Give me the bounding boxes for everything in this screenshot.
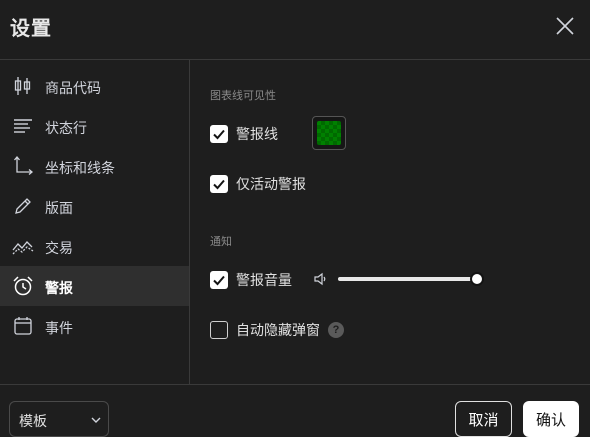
checkmark-icon [213, 179, 225, 190]
alert-line-color-picker[interactable] [312, 116, 346, 150]
axes-icon [14, 155, 34, 175]
alert-line-label: 警报线 [236, 126, 278, 142]
sidebar-item-events[interactable]: 事件 [0, 306, 189, 346]
close-icon [556, 17, 574, 35]
calendar-icon [14, 317, 32, 335]
notifications-heading: 通知 [210, 236, 232, 248]
sidebar-item-label: 商品代码 [45, 80, 101, 96]
sidebar-item-status-line[interactable]: 状态行 [0, 106, 189, 146]
pencil-icon [15, 198, 31, 214]
footer-divider [0, 384, 590, 385]
alert-volume-row: 警报音量 [210, 270, 292, 290]
settings-sidebar: 商品代码 状态行 坐标和线条 版面 交易 警报 事件 [0, 66, 189, 346]
sidebar-divider [189, 60, 190, 384]
sidebar-item-symbol[interactable]: 商品代码 [0, 66, 189, 106]
ok-button[interactable]: 确认 [523, 401, 579, 437]
sidebar-item-canvas[interactable]: 版面 [0, 186, 189, 226]
header-divider [0, 59, 590, 60]
sidebar-item-label: 交易 [45, 240, 73, 256]
chart-visibility-heading: 图表线可见性 [210, 90, 276, 102]
volume-slider[interactable] [338, 272, 484, 286]
alert-line-checkbox[interactable] [210, 125, 228, 143]
template-dropdown[interactable]: 模板 [9, 401, 109, 437]
sidebar-item-label: 状态行 [45, 120, 87, 136]
checkmark-icon [213, 275, 225, 286]
volume-slider-thumb[interactable] [470, 272, 484, 286]
volume-slider-track [338, 277, 476, 281]
chevron-down-icon [91, 417, 101, 423]
template-label: 模板 [19, 413, 47, 429]
cancel-button[interactable]: 取消 [455, 401, 512, 437]
help-icon[interactable]: ? [328, 322, 344, 338]
candlestick-icon [14, 77, 31, 95]
sidebar-item-alerts[interactable]: 警报 [0, 266, 189, 306]
checkmark-icon [213, 129, 225, 140]
alert-line-row: 警报线 [210, 124, 278, 144]
auto-hide-checkbox[interactable] [210, 321, 228, 339]
sidebar-item-label: 事件 [45, 320, 73, 336]
auto-hide-row: 自动隐藏弹窗 ? [210, 320, 344, 340]
status-lines-icon [14, 119, 32, 133]
sidebar-item-trading[interactable]: 交易 [0, 226, 189, 266]
active-only-checkbox[interactable] [210, 175, 228, 193]
alert-volume-label: 警报音量 [236, 272, 292, 288]
sidebar-item-label: 版面 [45, 200, 73, 216]
auto-hide-label: 自动隐藏弹窗 [236, 322, 320, 338]
close-button[interactable] [553, 14, 577, 38]
dialog-title: 设置 [10, 18, 52, 40]
color-swatch [317, 121, 341, 145]
alert-volume-checkbox[interactable] [210, 271, 228, 289]
trading-icon [12, 241, 34, 255]
alarm-clock-icon [13, 276, 33, 296]
sidebar-item-scales-lines[interactable]: 坐标和线条 [0, 146, 189, 186]
active-only-label: 仅活动警报 [236, 176, 306, 192]
dialog-header: 设置 [0, 0, 590, 59]
sidebar-item-label: 警报 [45, 280, 73, 296]
speaker-icon [314, 272, 326, 286]
sidebar-item-label: 坐标和线条 [45, 160, 115, 176]
active-only-row: 仅活动警报 [210, 174, 306, 194]
